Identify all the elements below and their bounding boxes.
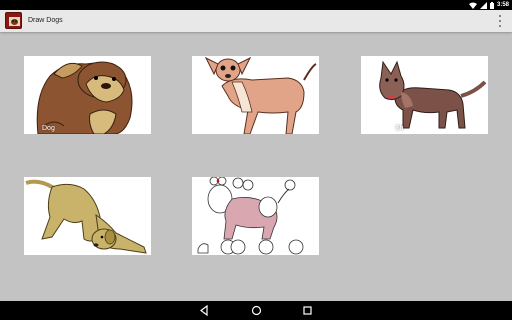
poodle-drawing xyxy=(197,177,304,255)
app-title: Draw Dogs xyxy=(28,17,63,24)
dog-card-poodle[interactable] xyxy=(192,177,319,255)
dog-card-bulldog[interactable]: Dog xyxy=(24,56,151,134)
dog-card-shepherd[interactable]: Sh xyxy=(361,56,488,134)
labrador-drawing xyxy=(25,179,147,254)
card-label: Sh xyxy=(395,125,404,132)
chihuahua-drawing xyxy=(204,56,317,134)
app-bar: Draw Dogs xyxy=(0,10,512,32)
card-label: Dog xyxy=(42,125,55,132)
bulldog-drawing xyxy=(36,61,133,134)
back-icon[interactable] xyxy=(199,305,210,316)
dog-card-chihuahua[interactable] xyxy=(192,56,319,134)
dog-card-labrador[interactable] xyxy=(24,177,151,255)
overflow-menu-icon[interactable] xyxy=(496,14,504,28)
home-icon[interactable] xyxy=(251,305,262,316)
status-bar: 3:58 xyxy=(0,0,512,10)
drawing-grid: Dog Sh xyxy=(0,32,512,301)
battery-icon xyxy=(489,1,494,9)
recents-icon[interactable] xyxy=(302,305,313,316)
signal-icon xyxy=(479,1,487,9)
navigation-bar xyxy=(0,301,512,320)
wifi-icon xyxy=(468,2,477,9)
status-time: 3:58 xyxy=(496,2,509,8)
dog-app-icon xyxy=(5,12,22,29)
shepherd-drawing xyxy=(379,60,487,129)
